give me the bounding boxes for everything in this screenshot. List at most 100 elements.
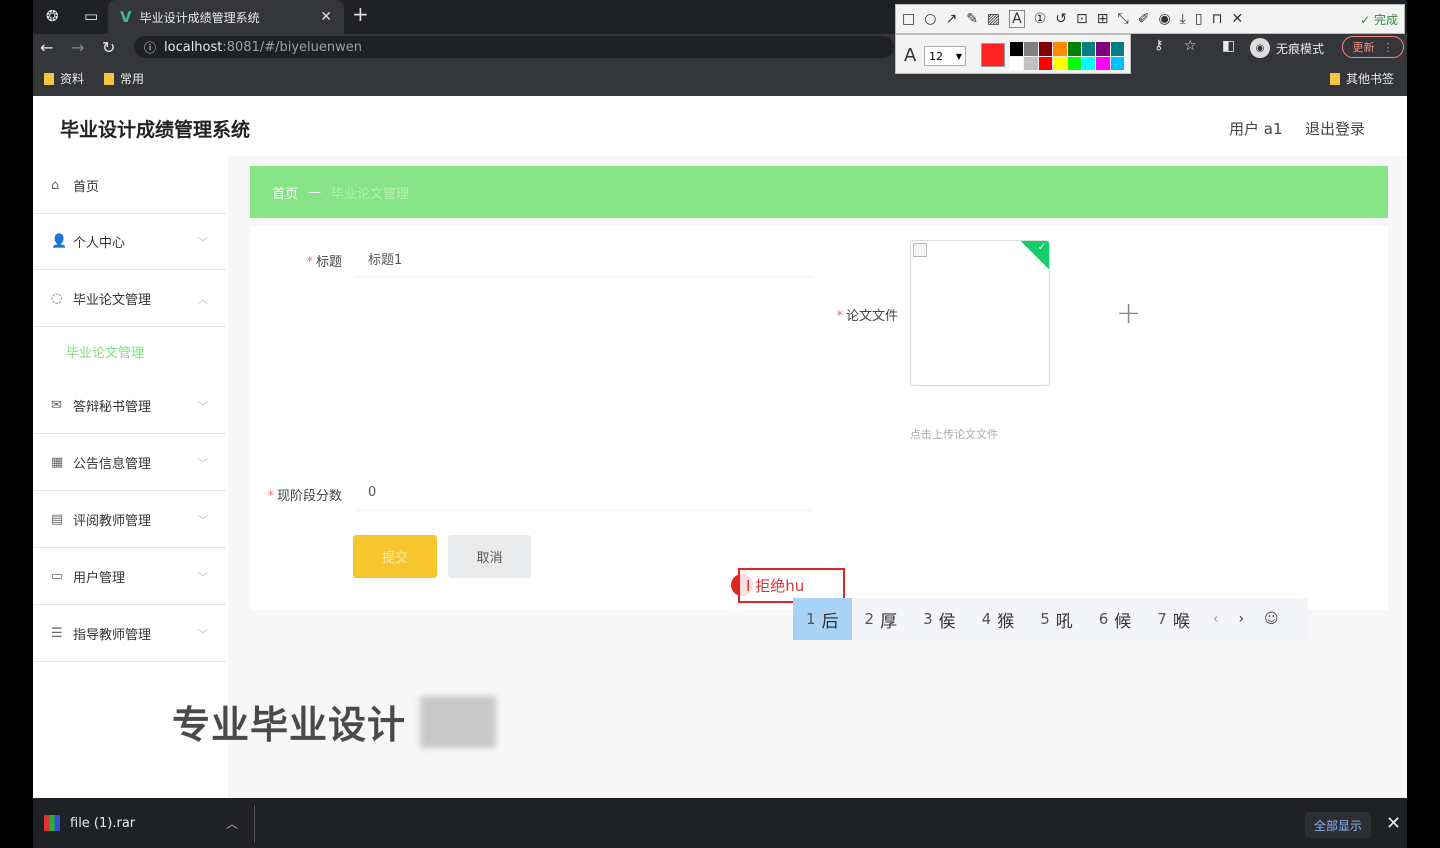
sidebar-item[interactable]: 👤 个人中心 ﹀: [33, 214, 226, 270]
ime-candidate-char: 候: [1114, 611, 1132, 632]
sidebar-item[interactable]: ▤ 评阅教师管理 ﹀: [33, 492, 226, 548]
number-icon[interactable]: ①: [1034, 11, 1047, 27]
title-input[interactable]: 标题1: [354, 241, 814, 277]
ime-candidate[interactable]: 4猴: [969, 598, 1028, 640]
key-icon[interactable]: ⚷: [1154, 38, 1164, 53]
sidebar-item[interactable]: ◌ 毕业论文管理 ︿: [33, 271, 226, 327]
color-swatch[interactable]: [1067, 42, 1081, 56]
tab-search-icon[interactable]: ▭: [84, 7, 98, 25]
sidebar-item[interactable]: ⌂ 首页: [33, 158, 226, 214]
chevron-down-icon: ﹀: [198, 459, 208, 470]
ime-candidate[interactable]: 7喉: [1144, 598, 1203, 640]
ime-candidate[interactable]: 6候: [1086, 598, 1145, 640]
color-swatch[interactable]: [1010, 42, 1024, 56]
ime-prev-icon[interactable]: ‹: [1203, 611, 1229, 627]
color-palette: [1010, 42, 1124, 70]
ime-next-icon[interactable]: ›: [1228, 611, 1254, 627]
ime-candidate-bar: 1 后 2 厚 3 侯 4 猴 5 吼 6 候 7 喉 ‹ › ☺: [793, 598, 1308, 640]
snip-toolbar: □ ○ ↗ ✎ ▨ A ① ↺ ⊡ ⊞ ⤡ ✐ ◉ ⤓ ▯ ⊓ ✕ ✓ 完成: [895, 4, 1405, 34]
sidebar-item[interactable]: ▭ 用户管理 ﹀: [33, 549, 226, 605]
font-size-select[interactable]: 12 ▼: [924, 46, 966, 66]
new-tab-icon[interactable]: +: [352, 2, 369, 26]
color-swatch[interactable]: [1024, 42, 1038, 56]
breadcrumb: 首页 — 毕业论文管理: [250, 166, 1388, 218]
current-color-swatch[interactable]: [981, 43, 1005, 67]
long-capture-icon[interactable]: ⤡: [1118, 11, 1129, 27]
bookmark-folder-1[interactable]: 资料: [44, 70, 84, 87]
sidebar-item-label: 公告信息管理: [73, 457, 152, 472]
ime-candidate-number: 5: [1040, 610, 1050, 628]
ime-candidate[interactable]: 3侯: [910, 598, 969, 640]
update-button[interactable]: 更新 ⋮: [1342, 36, 1404, 58]
mosaic-icon[interactable]: ▨: [987, 11, 1000, 27]
download-divider: [254, 805, 255, 843]
pin-icon[interactable]: ✐: [1138, 11, 1150, 27]
breadcrumb-home[interactable]: 首页: [272, 183, 298, 202]
forward-icon[interactable]: →: [71, 38, 84, 57]
color-swatch[interactable]: [1053, 56, 1067, 70]
download-item[interactable]: file (1).rar: [44, 815, 135, 831]
color-swatch[interactable]: [1110, 56, 1124, 70]
star-icon[interactable]: ☆: [1184, 38, 1197, 54]
phone-icon[interactable]: ▯: [1195, 11, 1203, 27]
browser-menu-icon[interactable]: ❂: [46, 7, 59, 25]
file-label: * 论文文件: [836, 309, 898, 324]
emoji-icon[interactable]: ☺: [1254, 611, 1289, 627]
show-all-button[interactable]: 全部显示: [1305, 812, 1371, 838]
close-icon[interactable]: ✕: [1232, 11, 1244, 27]
color-swatch[interactable]: [1053, 42, 1067, 56]
sidebar-item-label: 答辩秘书管理: [73, 400, 152, 415]
bookmark-icon[interactable]: ⊓: [1212, 11, 1223, 27]
sidebar-item[interactable]: ☰ 指导教师管理 ﹀: [33, 606, 226, 662]
sidebar-subitem-thesis-management[interactable]: 毕业论文管理: [66, 342, 144, 361]
ime-candidate[interactable]: 2厚: [852, 598, 911, 640]
color-swatch[interactable]: [1038, 56, 1053, 70]
download-close-icon[interactable]: ✕: [1386, 813, 1401, 834]
done-button[interactable]: ✓ 完成: [1360, 11, 1398, 28]
rectangle-icon[interactable]: □: [902, 11, 915, 27]
reload-icon[interactable]: ↻: [102, 38, 115, 57]
list-icon: ▭: [51, 569, 64, 584]
color-swatch[interactable]: [1081, 42, 1096, 56]
browser-tab-active[interactable]: V 毕业设计成绩管理系统 ✕: [108, 0, 344, 34]
text-tool-icon[interactable]: A: [1009, 10, 1025, 28]
color-swatch[interactable]: [1110, 42, 1124, 56]
upload-plus-icon[interactable]: +: [1116, 296, 1141, 331]
logout-button[interactable]: 退出登录: [1305, 118, 1365, 139]
score-input[interactable]: 0: [354, 475, 814, 511]
bookmark-folder-2[interactable]: 常用: [104, 70, 144, 87]
sidebar-item[interactable]: ✉ 答辩秘书管理 ﹀: [33, 378, 226, 434]
color-swatch[interactable]: [1024, 56, 1038, 70]
color-swatch[interactable]: [1081, 56, 1096, 70]
ime-candidate-char: 厚: [880, 611, 898, 632]
side-panel-icon[interactable]: ◧: [1222, 38, 1235, 54]
url-input[interactable]: ⓘ localhost :8081/#/biyeluenwen: [134, 36, 894, 58]
color-swatch[interactable]: [1038, 42, 1053, 56]
folder-icon: [44, 72, 54, 85]
color-swatch[interactable]: [1096, 42, 1110, 56]
translate-icon[interactable]: ⊞: [1097, 11, 1109, 27]
undo-icon[interactable]: ↺: [1055, 11, 1067, 27]
submit-button[interactable]: 提交: [353, 535, 437, 578]
record-icon[interactable]: ◉: [1158, 11, 1170, 27]
ellipse-icon[interactable]: ○: [924, 11, 936, 27]
download-icon[interactable]: ⤓: [1180, 11, 1186, 27]
incognito-indicator[interactable]: ◉ 无痕模式: [1250, 38, 1324, 58]
cancel-button[interactable]: 取消: [448, 535, 531, 578]
uploaded-file-thumbnail[interactable]: ✓: [910, 240, 1050, 386]
sidebar-item[interactable]: ▦ 公告信息管理 ﹀: [33, 435, 226, 491]
back-icon[interactable]: ←: [40, 38, 53, 57]
pen-icon[interactable]: ✎: [966, 11, 978, 27]
color-swatch[interactable]: [1010, 56, 1024, 70]
tab-close-icon[interactable]: ✕: [320, 9, 332, 25]
color-swatch[interactable]: [1096, 56, 1110, 70]
upload-tip: 点击上传论文文件: [910, 428, 998, 441]
ocr-icon[interactable]: ⊡: [1076, 11, 1088, 27]
info-icon[interactable]: ⓘ: [144, 39, 156, 56]
other-bookmarks[interactable]: 其他书签: [1330, 70, 1394, 87]
color-swatch[interactable]: [1067, 56, 1081, 70]
arrow-icon[interactable]: ↗: [945, 11, 957, 27]
chevron-up-icon[interactable]: ︿: [226, 815, 238, 832]
ime-candidate[interactable]: 1后: [793, 598, 852, 640]
ime-candidate[interactable]: 5吼: [1027, 598, 1086, 640]
